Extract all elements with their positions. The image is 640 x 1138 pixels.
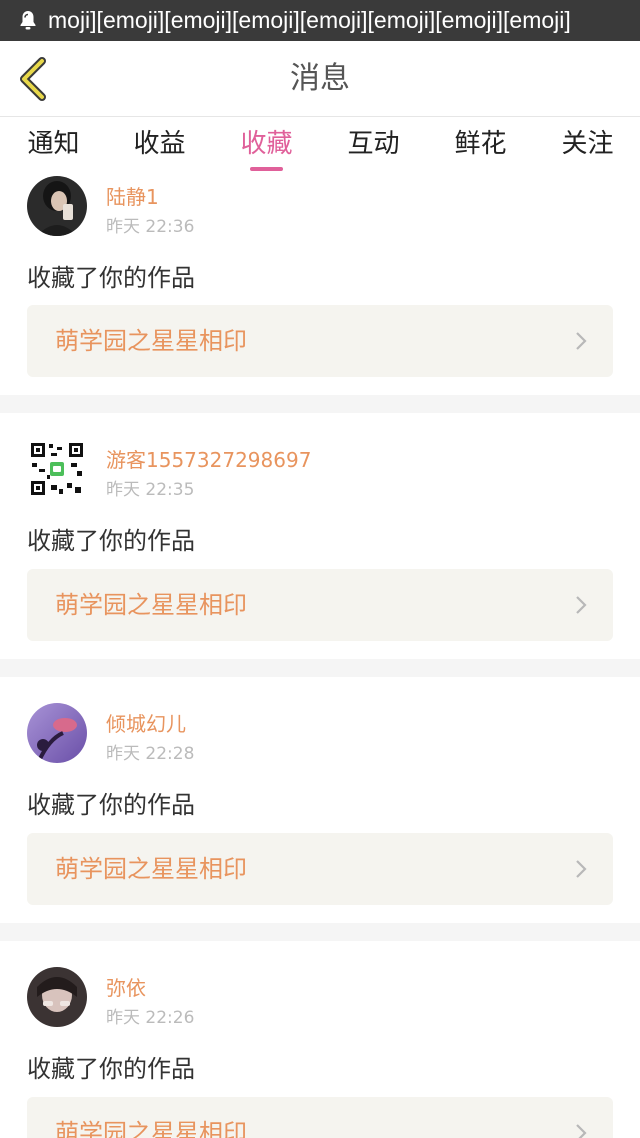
chevron-right-icon xyxy=(576,1124,587,1138)
list-item: 倾城幻儿 昨天 22:28 收藏了你的作品 萌学园之星星相印 xyxy=(0,677,640,905)
tab-label: 鲜花 xyxy=(454,129,507,159)
notification-ticker: moji][emoji][emoji][emoji][emoji][emoji]… xyxy=(48,7,571,33)
avatar[interactable] xyxy=(27,176,87,236)
timestamp: 昨天 22:35 xyxy=(106,480,195,500)
active-tab-indicator xyxy=(250,167,283,171)
work-title: 萌学园之星星相印 xyxy=(55,591,247,619)
work-title: 萌学园之星星相印 xyxy=(55,1119,247,1138)
username[interactable]: 倾城幻儿 xyxy=(106,708,186,737)
list-item: 游客1557327298697 昨天 22:35 收藏了你的作品 萌学园之星星相… xyxy=(0,413,640,641)
tab-label: 收益 xyxy=(133,129,186,159)
list-item: 陆静1 昨天 22:36 收藏了你的作品 萌学园之星星相印 xyxy=(0,175,640,395)
username[interactable]: 游客1557327298697 xyxy=(106,444,311,473)
username[interactable]: 弥依 xyxy=(106,972,146,1001)
chevron-right-icon xyxy=(576,860,587,878)
avatar[interactable] xyxy=(27,439,87,499)
action-text: 收藏了你的作品 xyxy=(27,791,195,819)
tab-label: 关注 xyxy=(561,129,614,159)
top-nav-bar: 消息 xyxy=(0,41,640,117)
tab-flowers[interactable]: 鲜花 xyxy=(427,117,534,175)
message-tabs: 通知 收益 收藏 互动 鲜花 关注 xyxy=(0,117,640,175)
favorites-feed[interactable]: 陆静1 昨天 22:36 收藏了你的作品 萌学园之星星相印 游客15573272… xyxy=(0,175,640,1138)
work-card[interactable]: 萌学园之星星相印 xyxy=(27,305,613,377)
page-title: 消息 xyxy=(290,61,350,96)
action-text: 收藏了你的作品 xyxy=(27,1055,195,1083)
tab-follows[interactable]: 关注 xyxy=(534,117,640,175)
timestamp: 昨天 22:36 xyxy=(106,217,195,237)
avatar[interactable] xyxy=(27,967,87,1027)
section-divider xyxy=(0,659,640,677)
work-card[interactable]: 萌学园之星星相印 xyxy=(27,833,613,905)
timestamp: 昨天 22:28 xyxy=(106,744,195,764)
tab-label: 通知 xyxy=(27,129,80,159)
avatar[interactable] xyxy=(27,703,87,763)
chevron-right-icon xyxy=(576,596,587,614)
work-card[interactable]: 萌学园之星星相印 xyxy=(27,569,613,641)
work-title: 萌学园之星星相印 xyxy=(55,855,247,883)
notification-bell-icon xyxy=(20,11,36,30)
section-divider xyxy=(0,395,640,413)
action-text: 收藏了你的作品 xyxy=(27,264,195,292)
section-divider xyxy=(0,923,640,941)
timestamp: 昨天 22:26 xyxy=(106,1008,195,1028)
username[interactable]: 陆静1 xyxy=(106,181,159,210)
list-item: 弥依 昨天 22:26 收藏了你的作品 萌学园之星星相印 xyxy=(0,941,640,1138)
tab-label: 收藏 xyxy=(240,129,293,159)
tab-favorites[interactable]: 收藏 xyxy=(213,117,320,175)
tab-interactions[interactable]: 互动 xyxy=(320,117,427,175)
action-text: 收藏了你的作品 xyxy=(27,527,195,555)
work-title: 萌学园之星星相印 xyxy=(55,327,247,355)
tab-earnings[interactable]: 收益 xyxy=(106,117,213,175)
status-bar: moji][emoji][emoji][emoji][emoji][emoji]… xyxy=(0,0,640,41)
chevron-right-icon xyxy=(576,332,587,350)
work-card[interactable]: 萌学园之星星相印 xyxy=(27,1097,613,1138)
tab-notice[interactable]: 通知 xyxy=(0,117,107,175)
tab-label: 互动 xyxy=(347,129,400,159)
